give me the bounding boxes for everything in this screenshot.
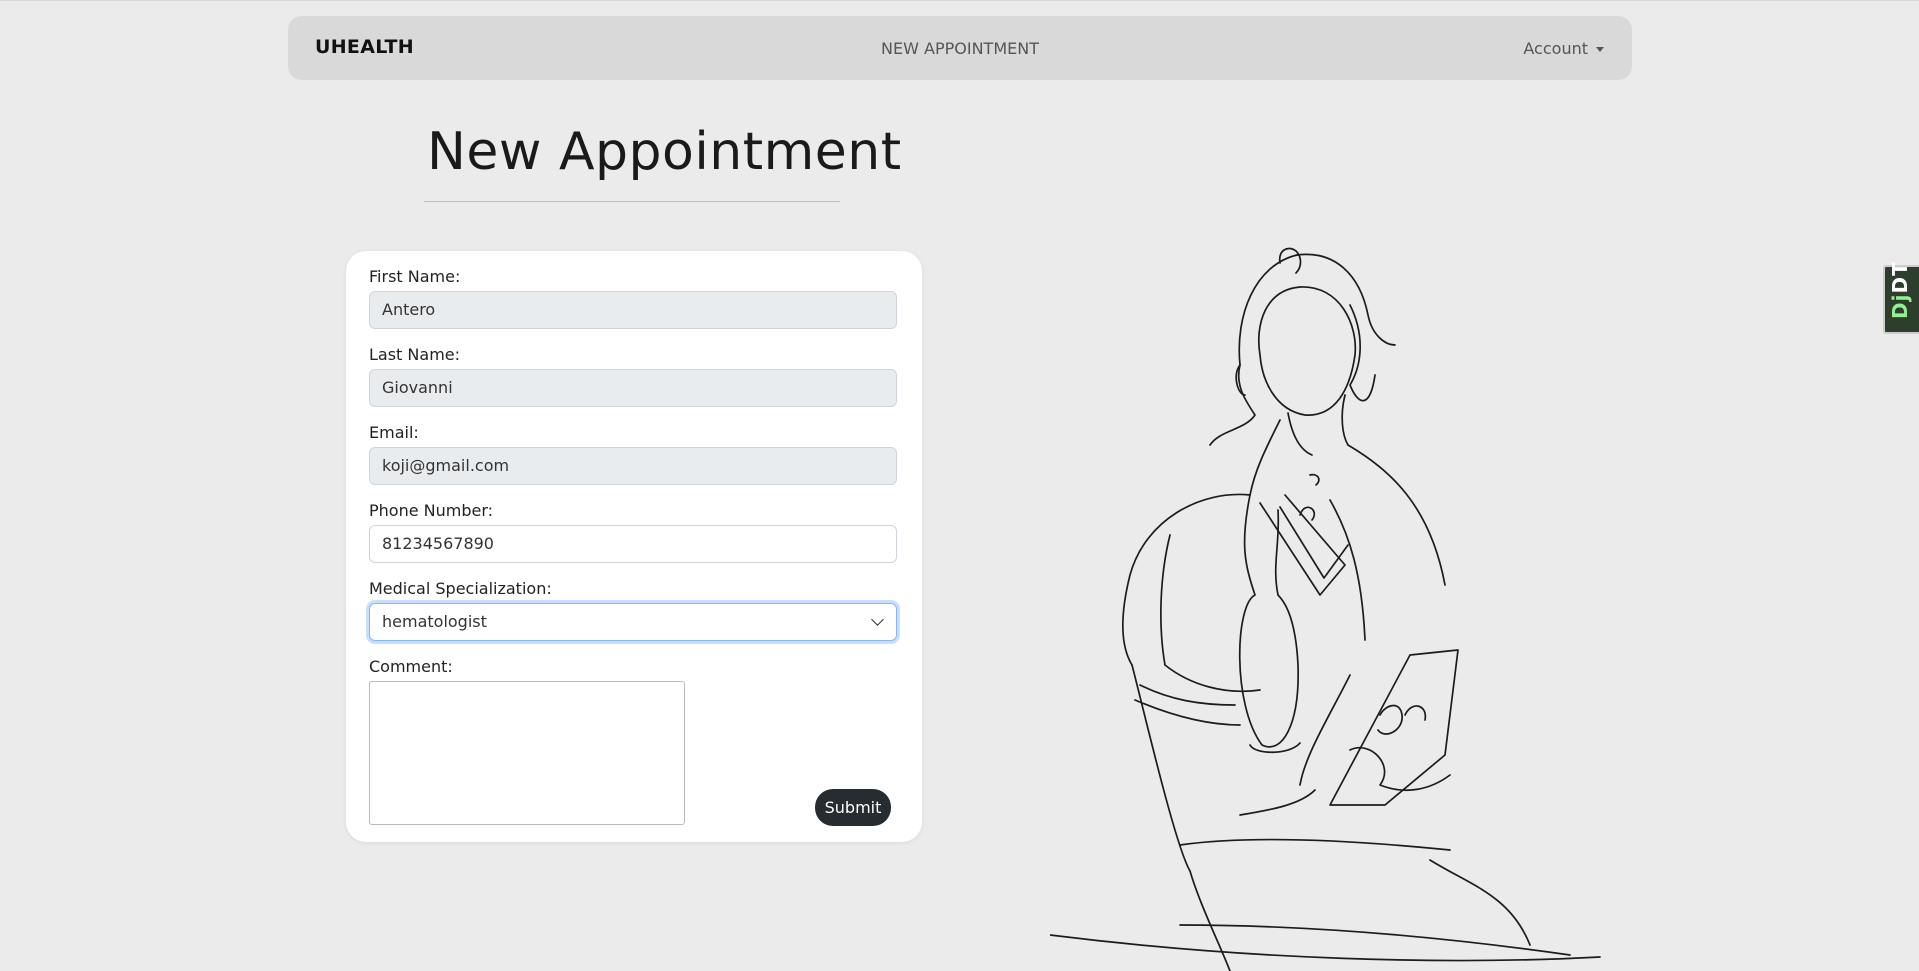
first-name-label: First Name:	[369, 267, 461, 286]
djdt-label-prefix: Dj	[1888, 293, 1912, 319]
django-debug-toolbar-handle[interactable]: DjDT	[1883, 261, 1919, 334]
caret-down-icon	[1596, 47, 1604, 52]
phone-label: Phone Number:	[369, 501, 494, 520]
djdt-label: DjDT	[1888, 261, 1912, 319]
nav-link-new-appointment[interactable]: NEW APPOINTMENT	[288, 39, 1632, 58]
account-label[interactable]: Account	[1523, 39, 1588, 58]
last-name-label: Last Name:	[369, 345, 461, 364]
navbar: UHEALTH NEW APPOINTMENT Account	[288, 16, 1632, 80]
djdt-label-suffix: DT	[1888, 261, 1912, 294]
page-title: New Appointment	[427, 122, 902, 182]
top-border	[0, 0, 1919, 1]
account-dropdown[interactable]: Account	[1523, 39, 1604, 58]
specialization-label: Medical Specialization:	[369, 579, 552, 598]
specialization-selected-value: hematologist	[382, 612, 487, 631]
comment-label: Comment:	[369, 657, 453, 676]
phone-field[interactable]: 81234567890	[369, 525, 897, 563]
submit-button[interactable]: Submit	[815, 789, 891, 826]
appointment-form: First Name: Antero Last Name: Giovanni E…	[346, 251, 922, 842]
last-name-field[interactable]: Giovanni	[369, 369, 897, 407]
specialization-select[interactable]: hematologist	[369, 603, 897, 641]
title-divider	[424, 201, 840, 202]
doctor-illustration	[1050, 247, 1601, 971]
nav-link-label[interactable]: NEW APPOINTMENT	[881, 39, 1039, 58]
chevron-down-icon	[871, 613, 884, 626]
first-name-field[interactable]: Antero	[369, 291, 897, 329]
email-field[interactable]: koji@gmail.com	[369, 447, 897, 485]
email-label: Email:	[369, 423, 419, 442]
comment-textarea[interactable]	[369, 681, 685, 825]
